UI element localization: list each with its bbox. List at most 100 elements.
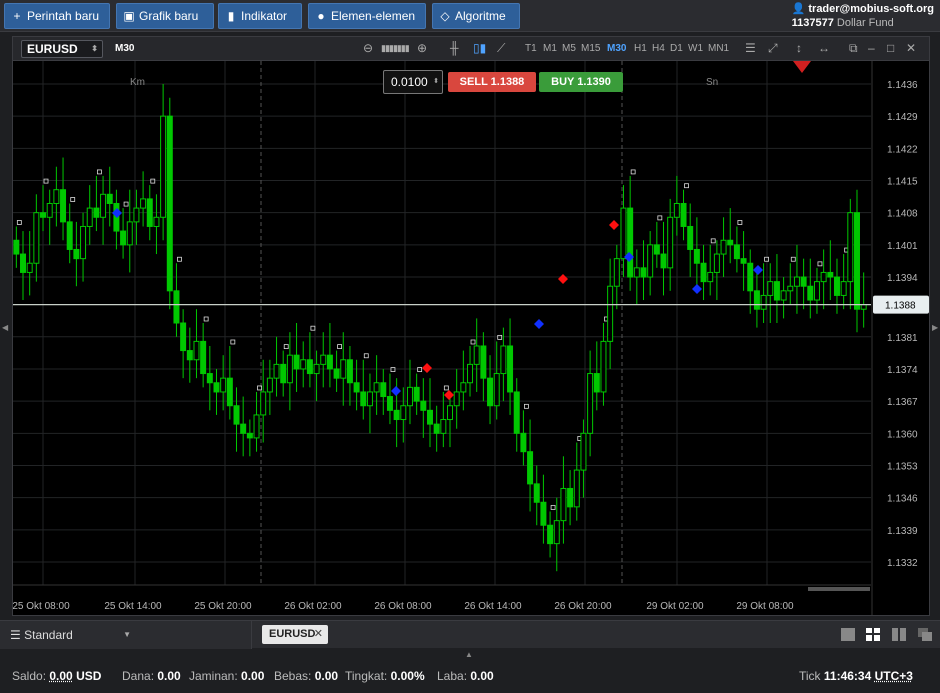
horizontal-scrollbar [808, 587, 870, 591]
candle-body [313, 363, 320, 375]
candle-body [80, 225, 87, 260]
candle-body [667, 216, 674, 269]
candle-body [787, 285, 794, 292]
candle-type-icon[interactable]: ▯▮ [473, 41, 486, 55]
current-timeframe: M30 [115, 43, 135, 54]
main-toolbar: + Perintah baru ▣ Grafik baru ▮ Indikator ●… [0, 0, 940, 32]
zoom-out-icon[interactable]: ⊖ [363, 41, 373, 55]
candle-body [326, 354, 333, 370]
candle-body [467, 363, 474, 384]
candle-body [166, 115, 173, 292]
symbol-select[interactable]: EURUSD ⬍ [21, 40, 103, 58]
tab-eurusd[interactable]: EURUSD ✕ [262, 625, 328, 644]
minimize-icon[interactable]: – [868, 41, 875, 55]
candle-body [440, 419, 447, 434]
candle-body [300, 359, 307, 370]
candle-body [340, 359, 347, 379]
new-chart-button[interactable]: ▣ Grafik baru [116, 3, 214, 29]
plus-icon: + [13, 9, 21, 23]
candle-body [813, 281, 820, 301]
time-tick-label: 26 Okt 02:00 [284, 601, 342, 612]
candle-body [807, 285, 814, 301]
price-chart[interactable]: 1.1436 1.1429 1.1422 1.1415 1.1408 1.1401 1.13… [13, 37, 929, 615]
right-collapse-icon[interactable]: ▶ [932, 323, 938, 332]
spinner-icon: ⬍ [433, 78, 439, 85]
candle-body [820, 271, 827, 283]
tf-h4[interactable]: H4 [652, 43, 665, 54]
layout-single-icon[interactable] [841, 628, 855, 641]
candle-body [573, 469, 580, 508]
candle-body [200, 340, 207, 375]
candle-body [613, 258, 620, 287]
tf-mn1[interactable]: MN1 [708, 43, 729, 54]
candle-body [386, 396, 393, 411]
maximize-icon[interactable]: □ [887, 41, 894, 55]
candle-body [520, 432, 527, 453]
clock-status[interactable]: Tick 11:46:34 UTC+3 [799, 660, 913, 693]
indicators-list-icon[interactable]: ☰ [745, 41, 756, 55]
candle-body [33, 212, 40, 264]
sell-button[interactable]: SELL 1.1388 [448, 72, 536, 92]
lot-size-input[interactable]: 0.0100 ⬍ [383, 70, 443, 94]
candle-body [447, 405, 454, 421]
vertical-line-icon[interactable]: ↕ [796, 41, 802, 55]
zoom-in-icon[interactable]: ⊕ [417, 41, 427, 55]
close-tab-icon[interactable]: ✕ [314, 625, 323, 644]
tf-t1[interactable]: T1 [525, 43, 537, 54]
zoom-slider[interactable]: ▮▮▮▮▮▮▮ [381, 43, 410, 54]
account-info[interactable]: 👤 trader@mobius-soft.org 1137577 Dollar … [792, 2, 934, 30]
bar-chart-icon: ▮ [227, 9, 235, 23]
tf-m15[interactable]: M15 [581, 43, 600, 54]
candle-body [233, 405, 240, 425]
layout-cascade-icon[interactable] [918, 628, 932, 641]
layout-select[interactable]: ☰ Standard ▼ [0, 621, 252, 649]
candle-body [220, 377, 227, 393]
tf-d1[interactable]: D1 [670, 43, 683, 54]
tf-h1[interactable]: H1 [634, 43, 647, 54]
elements-button[interactable]: ● Elemen-elemen [308, 3, 426, 29]
bar-type-icon[interactable]: ╫ [450, 41, 459, 55]
left-collapse-icon[interactable]: ◀ [2, 323, 8, 332]
price-tick-label: 1.1374 [887, 365, 918, 376]
candle-body [460, 382, 467, 393]
layout-columns-icon[interactable] [892, 628, 906, 641]
horizontal-line-icon[interactable]: ↔ [818, 41, 830, 55]
tf-m1[interactable]: M1 [543, 43, 557, 54]
time-tick-label: 25 Okt 20:00 [194, 601, 252, 612]
candle-body [40, 212, 47, 218]
layout-grid-icon[interactable] [866, 628, 880, 641]
line-type-icon[interactable]: ⟋ [497, 41, 505, 56]
candle-body [640, 267, 647, 278]
close-icon[interactable]: ✕ [906, 41, 916, 55]
candle-body [400, 405, 407, 421]
candle-body [800, 276, 807, 287]
buy-button[interactable]: BUY 1.1390 [539, 72, 623, 92]
trendline-icon[interactable]: ⤢ [768, 41, 778, 56]
new-order-button[interactable]: + Perintah baru [4, 3, 110, 29]
jaminan-status: Jaminan: 0.00 [189, 669, 265, 683]
candle-body [353, 382, 360, 393]
candle-body [426, 409, 433, 425]
panel-toggle-icon[interactable]: ▲ [465, 650, 473, 659]
tf-m5[interactable]: M5 [562, 43, 576, 54]
candle-body [780, 290, 787, 301]
chart-toolbar: EURUSD ⬍ M30 ⊖ ▮▮▮▮▮▮▮ ⊕ ╫ ▯▮ ⟋ T1 M1 M5 … [13, 37, 929, 61]
trading-app: + Perintah baru ▣ Grafik baru ▮ Indikator ●… [0, 0, 940, 693]
tf-m30[interactable]: M30 [607, 43, 626, 54]
account-user: trader@mobius-soft.org [808, 3, 934, 15]
tf-w1[interactable]: W1 [688, 43, 703, 54]
tingkat-status: Tingkat: 0.00% [345, 669, 425, 683]
candle-body [487, 377, 494, 407]
candle-body [373, 382, 380, 393]
candle-body [86, 207, 93, 227]
popout-icon[interactable]: ⧉ [849, 41, 858, 56]
candle-body [560, 487, 567, 522]
candle-body [567, 487, 574, 508]
candle-body [540, 501, 547, 526]
algorithm-button[interactable]: ◇ Algoritme [432, 3, 520, 29]
indicator-button[interactable]: ▮ Indikator [218, 3, 302, 29]
candle-body [346, 359, 353, 384]
chevron-down-icon: ▼ [123, 630, 131, 639]
chart-background [13, 37, 929, 615]
candle-body [360, 391, 367, 407]
